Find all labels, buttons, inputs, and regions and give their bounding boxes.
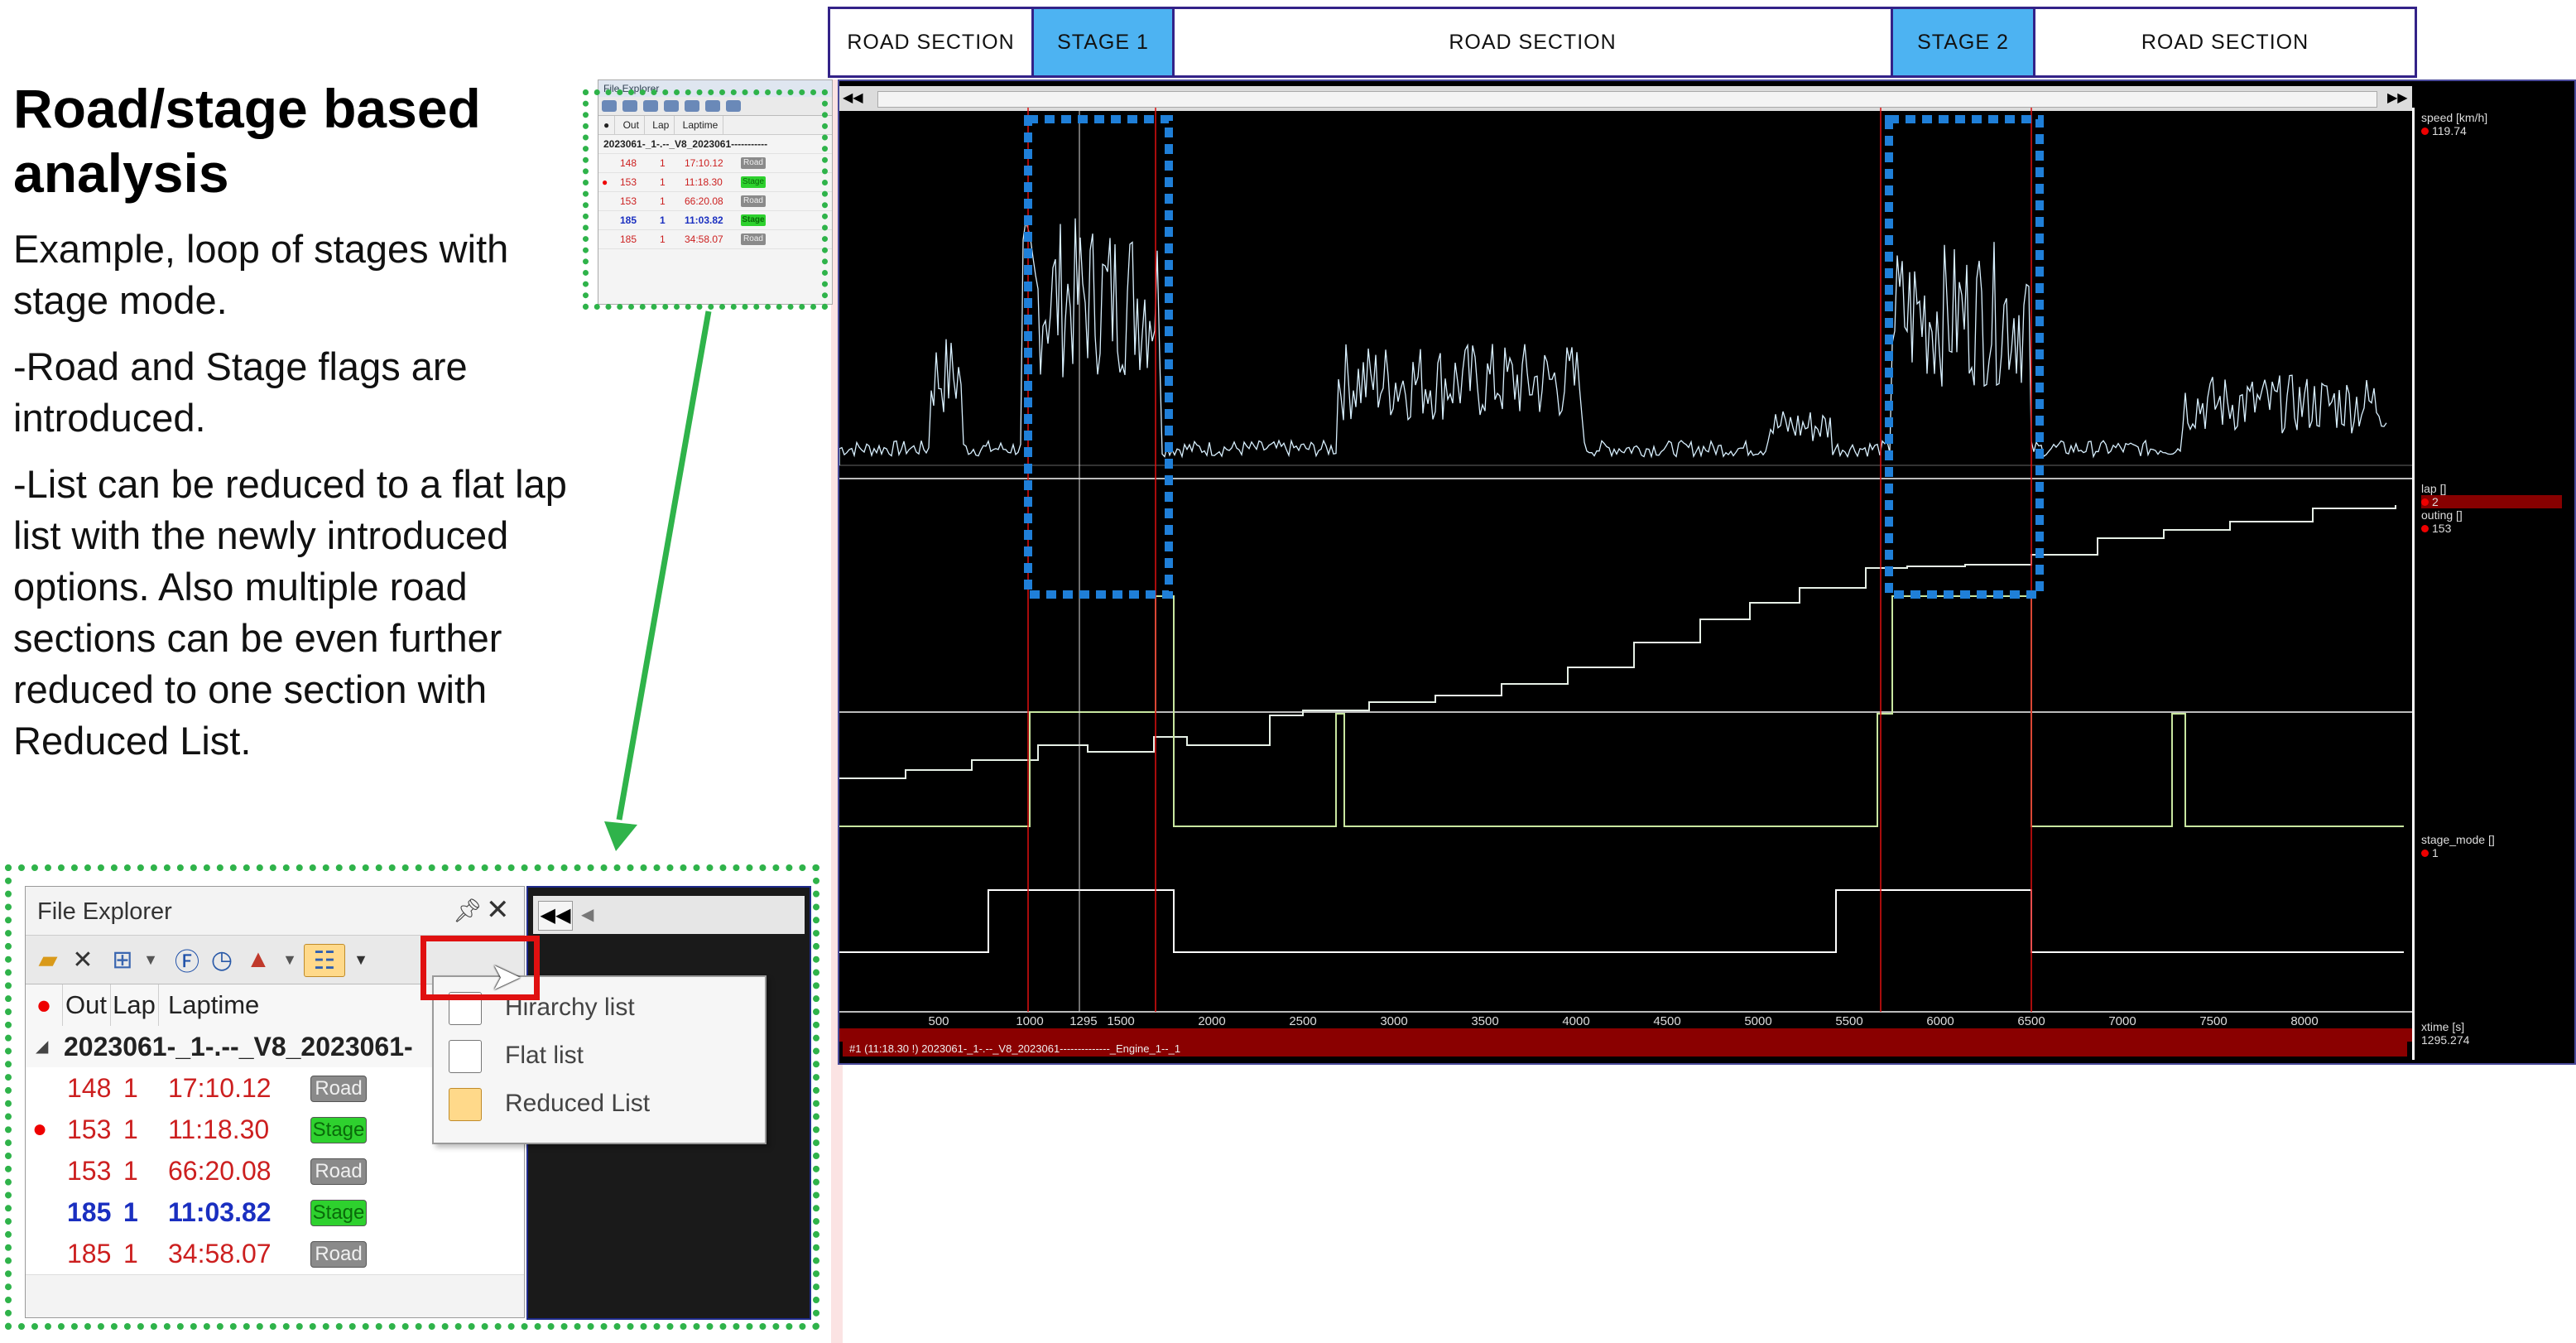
- row-lap: 1: [123, 1197, 138, 1227]
- time-search-icon[interactable]: ◷: [206, 944, 238, 975]
- row-lap: 1: [123, 1156, 138, 1186]
- row-out: 153: [67, 1156, 112, 1186]
- scroll-start-icon[interactable]: ◀◀: [843, 89, 864, 108]
- stage-mode-trace: [839, 889, 2404, 953]
- row-flag-badge: Road: [310, 1158, 367, 1185]
- column-out[interactable]: Out: [62, 984, 111, 1026]
- find-icon[interactable]: Ⓕ: [171, 944, 203, 976]
- slide-body: Example, loop of stages with stage mode.…: [13, 224, 576, 782]
- axis-tick-label: 3500: [1471, 1014, 1498, 1028]
- lap-row[interactable]: 153 1 66:20.08 Road: [26, 1150, 524, 1192]
- axis-tick-label: 7000: [2108, 1014, 2136, 1028]
- legend-xtime: xtime [s] 1295.274: [2421, 1020, 2470, 1047]
- close-icon[interactable]: ✕: [486, 893, 510, 927]
- paragraph-1: Example, loop of stages with stage mode.: [13, 227, 509, 322]
- row-lap: 1: [123, 1073, 138, 1103]
- status-line: #1 (11:18.30 !) 2023061-_1-.--_V8_202306…: [843, 1042, 2407, 1057]
- list-mode-icon[interactable]: ☷: [304, 944, 345, 977]
- axis-tick-label: 5500: [1835, 1014, 1862, 1028]
- open-folder-icon[interactable]: ▰: [32, 944, 64, 975]
- lap-step-trace: [839, 505, 2396, 779]
- section-road-3: ROAD SECTION: [2141, 31, 2309, 54]
- option-reduced-list[interactable]: Reduced List: [434, 1080, 765, 1128]
- scroll-left-icon[interactable]: ◀: [581, 901, 601, 929]
- section-bar: ROAD SECTION STAGE 1 ROAD SECTION STAGE …: [828, 7, 2417, 78]
- filter-dropdown-icon[interactable]: ▼: [135, 944, 166, 975]
- legend-lap: lap [] 2: [2421, 482, 2569, 508]
- section-road-1: ROAD SECTION: [830, 9, 1034, 75]
- pin-icon[interactable]: 📌︎: [453, 897, 483, 924]
- marked-icon: ●: [32, 1115, 48, 1143]
- remove-icon[interactable]: ✕: [67, 944, 99, 975]
- row-lap: 1: [123, 1114, 138, 1144]
- event-strip: [839, 1028, 2412, 1042]
- axis-tick-label: 6000: [1926, 1014, 1954, 1028]
- scroll-thumb[interactable]: [877, 91, 2377, 108]
- telemetry-chart: 500 1000 1295 1500 2000 2500 3000 3500 4000 4500 5…: [839, 108, 2412, 1042]
- row-flag-badge: Road: [310, 1241, 367, 1268]
- filter-icon[interactable]: ⊞: [107, 944, 138, 975]
- axis-tick-label: 3000: [1380, 1014, 1407, 1028]
- mouse-cursor-icon: ➤: [490, 955, 522, 998]
- row-laptime: 11:03.82: [168, 1197, 272, 1227]
- thumbnail-highlight-frame: [583, 89, 828, 310]
- reduced-list-icon: [449, 1088, 482, 1121]
- marker-column-icon: ●: [26, 984, 63, 1026]
- row-out: 153: [67, 1114, 112, 1144]
- row-lap: 1: [123, 1239, 138, 1268]
- row-laptime: 11:18.30: [168, 1114, 270, 1144]
- collapse-icon[interactable]: ◢: [36, 1026, 48, 1067]
- file-explorer-title: File Explorer: [37, 898, 172, 925]
- slide-heading: Road/stage based analysis: [13, 78, 481, 204]
- list-mode-dropdown-icon[interactable]: ▼: [345, 944, 377, 975]
- axis-tick-label: 4500: [1653, 1014, 1680, 1028]
- axis-tick-label: 2000: [1198, 1014, 1225, 1028]
- axis-tick-label: 2500: [1289, 1014, 1316, 1028]
- row-flag-badge: Stage: [310, 1117, 367, 1143]
- paragraph-2: -Road and Stage flags are introduced.: [13, 344, 468, 440]
- row-flag-badge: Road: [310, 1076, 367, 1102]
- axis-tick-label: 7500: [2199, 1014, 2227, 1028]
- chart-color-icon[interactable]: ▲: [243, 944, 274, 975]
- section-road-2: ROAD SECTION: [1175, 9, 1893, 75]
- axis-tick-label: 1500: [1107, 1014, 1134, 1028]
- axis-tick-label: 5000: [1744, 1014, 1771, 1028]
- row-out: 185: [67, 1239, 112, 1268]
- lap-row[interactable]: 185 1 34:58.07 Road: [26, 1233, 524, 1275]
- lap-row[interactable]: 185 1 11:03.82 Stage: [26, 1191, 524, 1234]
- axis-tick-label: 4000: [1562, 1014, 1589, 1028]
- row-laptime: 34:58.07: [168, 1239, 272, 1268]
- axis-tick-label: 6500: [2017, 1014, 2045, 1028]
- axis-tick-label: 1000: [1016, 1014, 1043, 1028]
- legend-speed: speed [km/h] 119.74: [2421, 111, 2488, 137]
- rewind-icon[interactable]: ◀◀: [538, 901, 573, 931]
- row-laptime: 66:20.08: [168, 1156, 272, 1186]
- row-flag-badge: Stage: [310, 1200, 367, 1226]
- legend-stage-mode: stage_mode [] 1: [2421, 833, 2495, 859]
- group-label: 2023061-_1-.--_V8_2023061-: [64, 1032, 413, 1061]
- legend-outing: outing [] 153: [2421, 508, 2463, 535]
- axis-tick-label: 8000: [2290, 1014, 2318, 1028]
- axis-tick-label: 500: [928, 1014, 949, 1028]
- row-out: 185: [67, 1197, 112, 1227]
- plot-navigation: ◀◀ ◀: [533, 896, 805, 934]
- column-lap[interactable]: Lap: [110, 984, 159, 1026]
- section-stage-2: STAGE 2: [1893, 9, 2035, 75]
- paragraph-3: -List can be reduced to a flat lap list …: [13, 462, 567, 763]
- speed-trace: [839, 218, 2387, 465]
- row-laptime: 17:10.12: [168, 1073, 272, 1103]
- row-out: 148: [67, 1073, 112, 1103]
- list-mode-dropdown: Hirarchy list Flat list Reduced List: [432, 975, 767, 1144]
- scroll-end-icon[interactable]: ▶▶: [2387, 89, 2409, 108]
- option-flat-list[interactable]: Flat list: [434, 1032, 765, 1080]
- chart-dropdown-icon[interactable]: ▼: [274, 944, 305, 975]
- axis-tick-label: 1295: [1069, 1014, 1097, 1028]
- channel-legend: speed [km/h] 119.74 lap [] 2 outing [] 153 …: [2412, 108, 2573, 1060]
- section-stage-1: STAGE 1: [1034, 9, 1175, 75]
- flat-list-icon: [449, 1040, 482, 1073]
